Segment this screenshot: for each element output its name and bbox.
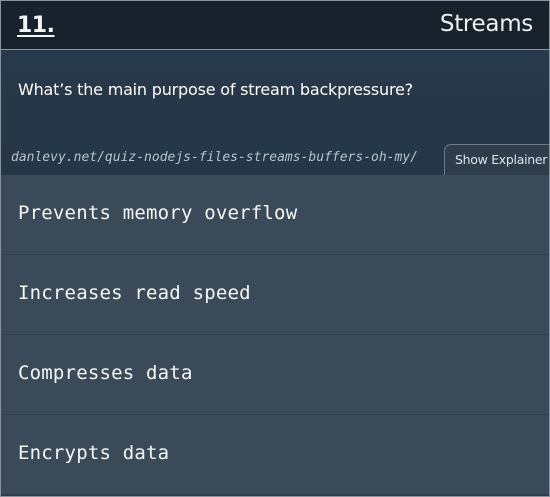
source-link[interactable]: danlevy.net/quiz-nodejs-files-streams-bu… <box>11 150 418 165</box>
answer-options: Prevents memory overflow Increases read … <box>1 175 549 495</box>
answer-option-label: Compresses data <box>18 362 193 384</box>
answer-option[interactable]: Encrypts data <box>1 415 549 495</box>
answer-option-label: Prevents memory overflow <box>18 202 298 224</box>
category-title: Streams <box>439 11 533 37</box>
quiz-card: 11. Streams What’s the main purpose of s… <box>0 0 550 497</box>
answer-option-label: Increases read speed <box>18 282 251 304</box>
answer-option-label: Encrypts data <box>18 442 170 464</box>
answer-option[interactable]: Compresses data <box>1 335 549 415</box>
quiz-header: 11. Streams <box>1 1 549 50</box>
question-text: What’s the main purpose of stream backpr… <box>18 80 413 99</box>
question-area: What’s the main purpose of stream backpr… <box>1 50 549 175</box>
answer-option[interactable]: Prevents memory overflow <box>1 175 549 255</box>
question-number: 11. <box>17 13 55 38</box>
show-explainer-button[interactable]: Show Explainer <box>444 144 549 175</box>
answer-option[interactable]: Increases read speed <box>1 255 549 335</box>
